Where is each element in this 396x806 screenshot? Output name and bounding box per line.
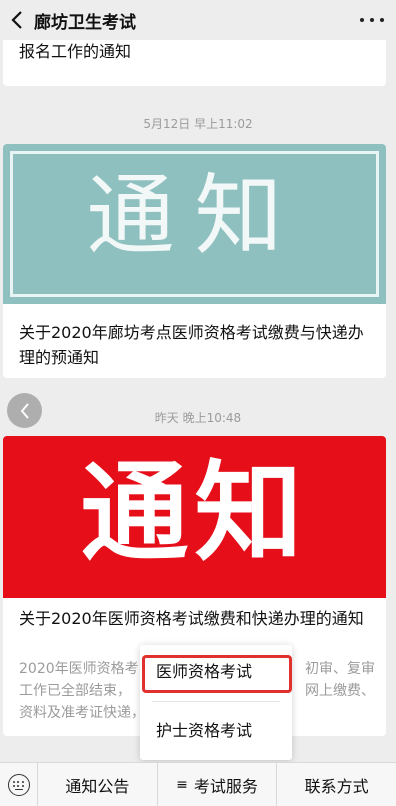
- tab-notices[interactable]: 通知公告: [38, 763, 157, 806]
- cover-text: 通知: [80, 450, 309, 576]
- article-title: 关于2020年医师资格考试缴费和快递办理的通知: [19, 609, 364, 628]
- menu-list-icon: ≡: [176, 776, 188, 793]
- submenu-item-doctor-exam[interactable]: 医师资格考试: [140, 653, 292, 691]
- tab-label: 通知公告: [65, 776, 130, 796]
- summary-line: 2020年医师资格考: [19, 661, 139, 677]
- summary-line: 初审、复审: [305, 661, 375, 677]
- bottom-menu-bar: 通知公告 ≡ 考试服务 联系方式: [0, 762, 396, 806]
- tab-contact[interactable]: 联系方式: [276, 762, 396, 806]
- article-card[interactable]: 通知 关于2020年廊坊考点医师资格考试缴费与快递办理的预通知: [3, 144, 386, 378]
- submenu-popup: 医师资格考试 护士资格考试: [140, 645, 292, 760]
- timestamp: 昨天 晚上10:48: [154, 411, 242, 425]
- summary-line: 资料及准考证快递，: [19, 705, 145, 721]
- keyboard-toggle-button[interactable]: [0, 762, 38, 806]
- divider: [152, 701, 280, 702]
- keyboard-icon: [7, 773, 30, 796]
- submenu-item-nurse-exam[interactable]: 护士资格考试: [140, 712, 292, 750]
- tab-exam-services[interactable]: ≡ 考试服务: [156, 762, 277, 806]
- page-title: 廊坊卫生考试: [34, 12, 136, 33]
- timestamp: 5月12日 早上11:02: [143, 117, 253, 131]
- article-cover-image: 通知: [3, 436, 386, 598]
- summary-line: 网上缴费、: [305, 683, 375, 699]
- cover-text: 通知: [86, 164, 303, 267]
- tab-label: 考试服务: [193, 776, 258, 796]
- article-title: 报名工作的通知: [19, 42, 132, 61]
- tab-label: 联系方式: [304, 776, 369, 796]
- article-card[interactable]: 报名工作的通知: [3, 40, 386, 86]
- summary-line: 工作已全部结束，: [19, 683, 131, 699]
- article-cover-image: 通知: [3, 144, 386, 304]
- more-dots-icon[interactable]: [360, 10, 384, 30]
- article-title: 关于2020年廊坊考点医师资格考试缴费与快递办理的预通知: [19, 323, 364, 367]
- back-arrow-icon: [11, 11, 22, 29]
- top-bar: 廊坊卫生考试: [0, 0, 396, 40]
- back-button[interactable]: [0, 0, 34, 40]
